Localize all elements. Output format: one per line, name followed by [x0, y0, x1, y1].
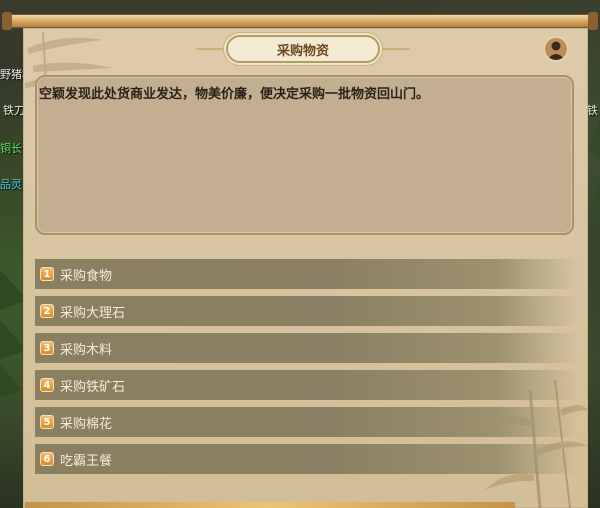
panel-bottom-trim: [25, 502, 515, 508]
world-npc-label: 铁: [587, 104, 598, 117]
option-buy-iron-ore[interactable]: 4 采购铁矿石: [35, 370, 578, 400]
title-flourish: [380, 48, 410, 50]
option-list: 1 采购食物 2 采购大理石 3 采购木料 4 采购铁矿石 5 采购棉花 6 吃…: [35, 259, 578, 481]
option-number-badge: 4: [40, 378, 54, 392]
world-npc-label: 品灵: [0, 178, 22, 191]
scroll-rod-cap: [2, 12, 12, 30]
world-npc-label: 铁刀: [3, 104, 25, 117]
scroll-rod-cap: [588, 12, 598, 30]
option-label: 采购大理石: [60, 305, 126, 321]
scroll-top-rod: [6, 14, 594, 28]
option-label: 采购棉花: [60, 416, 113, 432]
character-portrait-icon[interactable]: [543, 36, 569, 62]
option-buy-food[interactable]: 1 采购食物: [35, 259, 578, 289]
world-npc-label: 铜长: [0, 142, 22, 155]
option-buy-timber[interactable]: 3 采购木料: [35, 333, 578, 363]
option-label: 采购食物: [60, 268, 113, 284]
option-number-badge: 1: [40, 267, 54, 281]
option-number-badge: 3: [40, 341, 54, 355]
dialog-title: 采购物资: [276, 43, 329, 59]
option-label: 采购木料: [60, 342, 113, 358]
person-icon: [547, 41, 565, 60]
dialog-title-plate: 采购物资: [226, 35, 380, 63]
option-buy-marble[interactable]: 2 采购大理石: [35, 296, 578, 326]
option-number-badge: 5: [40, 415, 54, 429]
option-buy-cotton[interactable]: 5 采购棉花: [35, 407, 578, 437]
tree-icon: [588, 120, 600, 220]
option-label: 吃霸王餐: [60, 453, 113, 469]
title-flourish: [196, 48, 226, 50]
dialog-message: 空颖发现此处货商业发达，物美价廉，便决定采购一批物资回山门。: [39, 87, 430, 102]
option-dine-and-dash[interactable]: 6 吃霸王餐: [35, 444, 578, 474]
option-label: 采购铁矿石: [60, 379, 126, 395]
option-number-badge: 2: [40, 304, 54, 318]
option-number-badge: 6: [40, 452, 54, 466]
